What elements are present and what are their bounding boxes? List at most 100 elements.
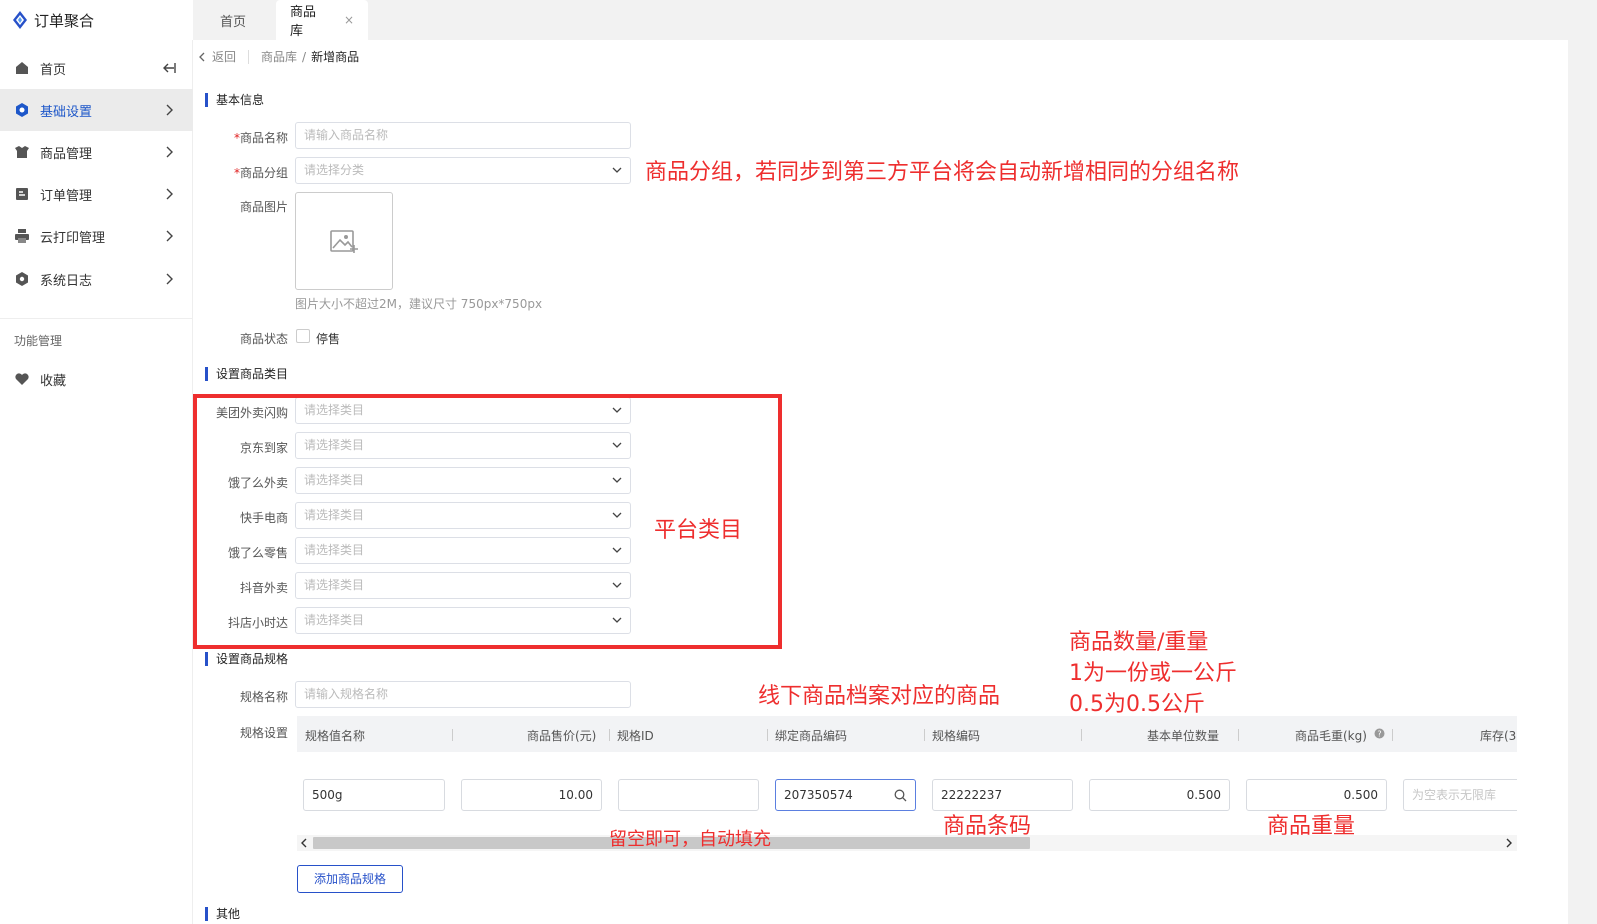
tab-label: 商品库 (290, 5, 317, 39)
spec-id-input[interactable] (618, 779, 759, 811)
scroll-left-icon[interactable] (299, 838, 309, 848)
spec-name-placeholder: 请输入规格名称 (304, 687, 389, 701)
settings-icon (16, 103, 28, 117)
column-divider (1081, 729, 1082, 741)
sidebar-item-label: 基础设置 (40, 104, 93, 120)
breadcrumb-parent[interactable]: 商品库 (261, 48, 297, 65)
column-divider (924, 729, 925, 741)
sidebar-item-cloud-print[interactable]: 云打印管理 (0, 215, 193, 257)
tab-label: 首页 (220, 14, 247, 30)
sidebar-item-label: 云打印管理 (40, 230, 106, 246)
annotation-qty-note: 商品数量/重量 (1069, 630, 1209, 655)
breadcrumb-current: 新增商品 (311, 50, 360, 64)
tab-home[interactable]: 首页 (206, 0, 260, 40)
column-header: 商品毛重(kg) (1295, 729, 1367, 743)
sidebar-item-goods-management[interactable]: 商品管理 (0, 131, 193, 173)
heart-icon (15, 373, 29, 385)
spec-name-input[interactable]: 请输入规格名称 (295, 681, 631, 708)
sidebar-item-label: 订单管理 (40, 188, 93, 204)
section-title-basic-info: 基本信息 (205, 93, 264, 107)
sidebar-item-basic-settings[interactable]: 基础设置 (0, 89, 193, 131)
tab-goods-library[interactable]: 商品库 × (276, 0, 368, 40)
svg-text:?: ? (1377, 730, 1381, 739)
column-header: 基本单位数量 (1147, 729, 1220, 743)
column-divider (767, 729, 768, 741)
column-header: 库存(3 (1480, 729, 1517, 743)
chevron-right-icon (166, 273, 173, 285)
app-title: 订单聚合 (34, 11, 95, 30)
sidebar-group-label: 功能管理 (14, 334, 63, 348)
image-upload-box[interactable] (295, 192, 393, 290)
column-header: 商品售价(元) (527, 729, 597, 743)
column-divider (609, 729, 610, 741)
section-title-spec: 设置商品规格 (205, 652, 288, 666)
chevron-down-icon (612, 167, 622, 173)
sidebar-item-label: 系统日志 (40, 273, 93, 289)
log-icon (16, 272, 28, 286)
annotation-weight-note: 商品重量 (1267, 814, 1356, 839)
annotation-platform-note: 平台类目 (654, 518, 743, 543)
stock-input[interactable]: 为空表示无限库 (1403, 779, 1517, 811)
goods-name-input[interactable]: 请输入商品名称 (295, 122, 631, 149)
chevron-right-icon (166, 230, 173, 242)
column-header: 规格编码 (932, 729, 981, 743)
breadcrumb-separator: / (302, 49, 307, 64)
goods-icon (15, 146, 29, 158)
stop-sale-label[interactable]: 停售 (316, 330, 340, 347)
goods-group-select[interactable]: 请选择分类 (295, 157, 631, 184)
spec-code-input[interactable]: 22222237 (932, 779, 1073, 811)
brand: 订单聚合 (0, 0, 193, 40)
spec-value-name-input[interactable]: 500g (303, 779, 445, 811)
printer-icon (15, 229, 29, 243)
close-icon[interactable]: × (344, 13, 354, 27)
breadcrumb: 返回 商品库 / 新增商品 (196, 48, 359, 65)
sidebar-item-system-log[interactable]: 系统日志 (0, 258, 193, 300)
annotation-offline-note: 线下商品档案对应的商品 (758, 684, 1001, 709)
price-input[interactable]: 10.00 (461, 779, 602, 811)
sidebar-item-label: 收藏 (40, 373, 67, 389)
goods-name-placeholder: 请输入商品名称 (304, 128, 389, 142)
back-button[interactable]: 返回 (196, 48, 236, 65)
bound-code-input[interactable]: 207350574 (775, 779, 916, 811)
sidebar: 首页 基础设置 商品管理 订单管理 云打印管理 系统日志 功能管理 收藏 (0, 40, 193, 924)
annotation-barcode-note: 商品条码 (943, 814, 1032, 839)
goods-name-label: *商品名称 (202, 129, 288, 146)
back-label: 返回 (212, 50, 237, 64)
spec-settings-label: 规格设置 (239, 726, 288, 740)
collapse-icon[interactable] (161, 60, 177, 76)
sidebar-item-favorites[interactable]: 收藏 (0, 358, 193, 400)
sidebar-item-order-management[interactable]: 订单管理 (0, 173, 193, 215)
sidebar-item-label: 首页 (40, 62, 67, 78)
column-divider (1392, 729, 1393, 741)
goods-status-label: 商品状态 (239, 332, 288, 346)
goods-image-label: 商品图片 (239, 200, 288, 214)
spec-name-label: 规格名称 (239, 690, 288, 704)
search-icon[interactable] (894, 789, 907, 802)
help-icon[interactable]: ? (1374, 728, 1385, 739)
chevron-right-icon (166, 188, 173, 200)
goods-group-label: *商品分组 (202, 164, 288, 181)
right-gutter (1568, 40, 1597, 924)
column-header: 规格ID (617, 729, 654, 743)
section-title-category: 设置商品类目 (205, 367, 288, 381)
logo-icon (13, 11, 27, 29)
unit-quantity-input[interactable]: 0.500 (1089, 779, 1230, 811)
add-spec-button[interactable]: 添加商品规格 (297, 865, 403, 893)
annotation-qty-note: 1为一份或一公斤 (1069, 661, 1237, 686)
image-upload-icon (330, 230, 358, 253)
bound-code-value: 207350574 (784, 788, 853, 802)
stop-sale-checkbox[interactable] (296, 329, 310, 343)
goods-group-placeholder: 请选择分类 (304, 163, 365, 177)
weight-input[interactable]: 0.500 (1246, 779, 1387, 811)
column-header: 绑定商品编码 (775, 729, 848, 743)
back-icon (199, 52, 205, 61)
column-divider (1238, 729, 1239, 741)
home-icon (16, 62, 28, 74)
goods-name-label-text: 商品名称 (239, 131, 288, 145)
annotation-group-note: 商品分组，若同步到第三方平台将会自动新增相同的分组名称 (645, 160, 1240, 185)
scroll-right-icon[interactable] (1504, 838, 1514, 848)
image-hint: 图片大小不超过2M，建议尺寸 750px*750px (295, 297, 543, 311)
sidebar-divider (0, 318, 193, 319)
sidebar-item-home[interactable]: 首页 (0, 47, 193, 89)
sidebar-item-label: 商品管理 (40, 146, 93, 162)
